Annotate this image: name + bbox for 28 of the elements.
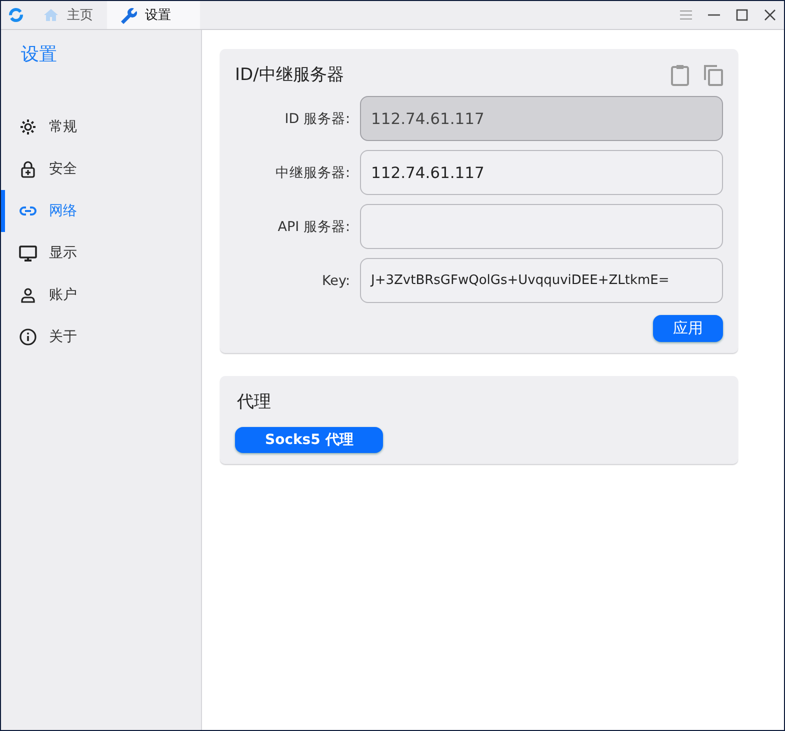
person-icon: [19, 286, 37, 304]
apply-button[interactable]: 应用: [653, 315, 723, 342]
lock-icon: [19, 160, 37, 178]
tab[interactable]: 主页: [31, 1, 107, 29]
sidebar-item[interactable]: 安全: [1, 148, 201, 190]
proxy-button[interactable]: Socks5 代理: [235, 427, 384, 453]
field-label: ID 服务器:: [284, 110, 350, 128]
wrench-icon: [119, 6, 137, 24]
home-icon: [43, 8, 59, 22]
card-title: ID/中继服务器: [235, 64, 345, 86]
field-label: Key:: [320, 272, 350, 288]
field-label: 中继服务器:: [274, 164, 350, 182]
tab[interactable]: 设置: [107, 1, 200, 29]
sidebar-item[interactable]: 账户: [1, 274, 201, 316]
sidebar-item[interactable]: 常规: [1, 106, 201, 148]
sidebar-title: 设置: [21, 43, 57, 66]
monitor-icon: [19, 244, 37, 262]
input-field[interactable]: 112.74.61.117: [360, 150, 723, 195]
card-title: 代理: [237, 391, 271, 413]
input-field[interactable]: J+3ZvtBRsGFwQolGs+UvqquviDEE+ZLtkmE=: [360, 258, 723, 303]
copy-icon[interactable]: [703, 64, 723, 86]
sidebar-item[interactable]: 关于: [1, 316, 201, 358]
clipboard-icon[interactable]: [671, 64, 689, 86]
field-label: API 服务器:: [276, 218, 350, 236]
input-field[interactable]: [360, 204, 723, 249]
sidebar-item[interactable]: 显示: [1, 232, 201, 274]
info-icon: [19, 328, 37, 346]
app-logo-icon: [8, 7, 24, 23]
